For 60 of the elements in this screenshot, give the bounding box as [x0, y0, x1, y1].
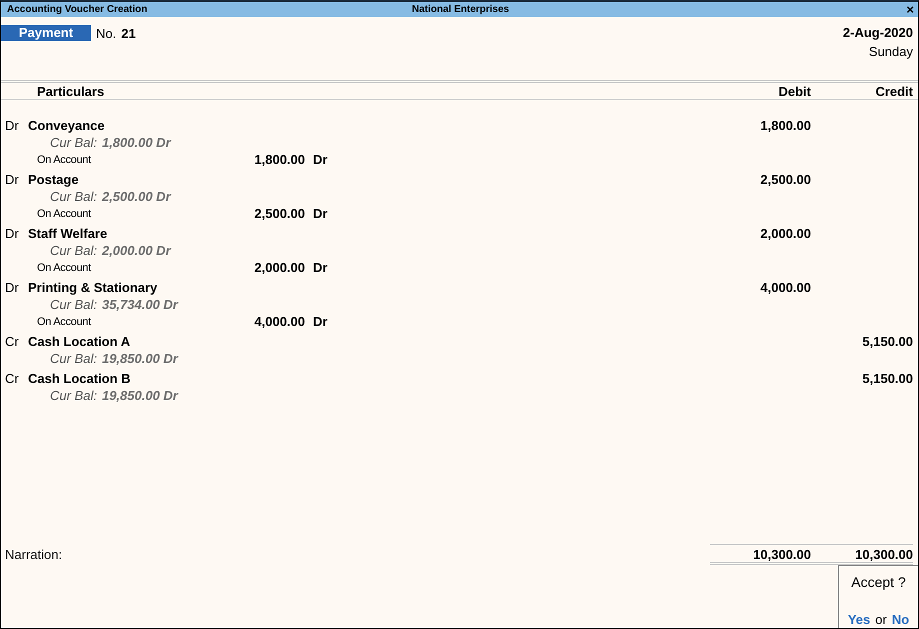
entry-side: Cr: [4, 334, 20, 349]
column-header: Particulars: [37, 84, 104, 98]
column-header: Debit: [778, 84, 811, 98]
window-title: Accounting Voucher Creation: [7, 4, 148, 15]
entry-side: Dr: [4, 118, 20, 133]
company-name: National Enterprises: [412, 4, 510, 15]
ledger-name[interactable]: Cash Location A: [28, 334, 130, 349]
bill-amount: 2,000.00: [253, 260, 305, 275]
bill-amount: 2,500.00: [253, 206, 305, 221]
number-label: No.: [96, 26, 116, 40]
ledger-name[interactable]: Printing & Stationary: [28, 280, 158, 295]
weekday: Sunday: [868, 44, 913, 59]
balance-label: Cur Bal:: [50, 387, 97, 404]
bill-side: Dr: [313, 314, 328, 329]
balance-value: 2,500.00 Dr: [102, 188, 171, 205]
credit-amount: 5,150.00: [862, 334, 913, 349]
voucher-type[interactable]: Payment: [1, 25, 91, 41]
balance-value: 19,850.00 Dr: [102, 350, 178, 367]
ledger-name[interactable]: Postage: [28, 172, 79, 187]
narration-label: Narration:: [4, 546, 64, 562]
dialog-question: Accept ?: [851, 574, 906, 590]
balance-value: 35,734.00 Dr: [102, 296, 178, 313]
balance-label: Cur Bal:: [50, 134, 97, 151]
debit-amount: 4,000.00: [760, 280, 811, 295]
balance-value: 2,000.00 Dr: [102, 242, 171, 259]
voucher-number: 21: [121, 26, 136, 40]
debit-amount: 2,000.00: [760, 226, 811, 241]
entry-side: Dr: [4, 172, 20, 187]
bill-reference: On Account: [36, 262, 92, 274]
bill-side: Dr: [313, 206, 328, 221]
balance-label: Cur Bal:: [50, 242, 97, 259]
credit-amount: 5,150.00: [862, 371, 913, 386]
entry-side: Dr: [4, 226, 20, 241]
bill-reference: On Account: [36, 208, 92, 220]
bill-side: Dr: [313, 152, 328, 167]
bill-reference: On Account: [36, 316, 92, 328]
voucher-date[interactable]: 2-Aug-2020: [842, 25, 913, 40]
balance-label: Cur Bal:: [50, 188, 97, 205]
credit-total: 10,300.00: [855, 546, 913, 562]
debit-total: 10,300.00: [753, 546, 811, 562]
bill-reference: On Account: [36, 154, 92, 166]
balance-label: Cur Bal:: [50, 350, 97, 367]
bill-side: Dr: [313, 260, 328, 275]
ledger-name[interactable]: Conveyance: [28, 118, 105, 133]
bill-amount: 4,000.00: [253, 314, 305, 329]
debit-amount: 1,800.00: [760, 118, 811, 133]
entry-side: Dr: [4, 280, 20, 295]
close-button[interactable]: ×: [906, 3, 914, 16]
balance-value: 19,850.00 Dr: [102, 387, 178, 404]
ledger-name[interactable]: Cash Location B: [28, 371, 131, 386]
column-header: Credit: [875, 84, 913, 98]
balance-label: Cur Bal:: [50, 296, 97, 313]
ledger-name[interactable]: Staff Welfare: [28, 226, 108, 241]
entry-side: Cr: [4, 371, 20, 386]
no-button[interactable]: No: [892, 612, 910, 627]
debit-amount: 2,500.00: [760, 172, 811, 187]
yes-button[interactable]: Yes: [848, 612, 870, 627]
bill-amount: 1,800.00: [253, 152, 305, 167]
or-label: or: [875, 612, 887, 627]
balance-value: 1,800.00 Dr: [102, 134, 171, 151]
